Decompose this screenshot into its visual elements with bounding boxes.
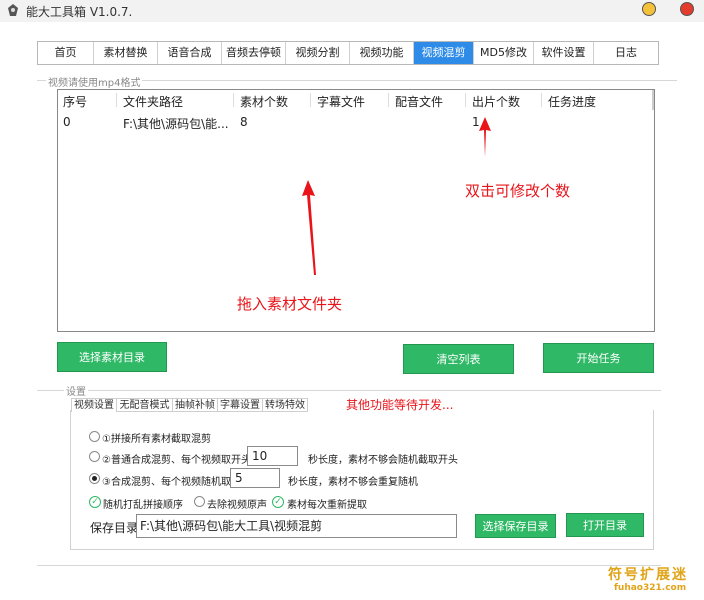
save-dir-label: 保存目录 xyxy=(90,521,139,535)
subtab-no-dubbing-mode[interactable]: 无配音模式 xyxy=(117,398,173,412)
column-subtitle-file[interactable]: 字幕文件 xyxy=(317,93,365,110)
settings-legend: 设置 xyxy=(64,383,88,398)
clear-list-button[interactable]: 清空列表 xyxy=(403,344,514,374)
list-header: 序号 文件夹路径 素材个数 字幕文件 配音文件 出片个数 任务进度 xyxy=(58,90,654,110)
arrow-up-icon xyxy=(302,180,316,275)
column-material-count[interactable]: 素材个数 xyxy=(240,93,288,110)
tab-log[interactable]: 日志 xyxy=(594,42,658,64)
arrow-up-icon xyxy=(479,117,491,157)
double-click-hint: 双击可修改个数 xyxy=(465,182,571,200)
app-logo-icon xyxy=(8,4,18,16)
tab-software-settings[interactable]: 软件设置 xyxy=(534,42,594,64)
subtab-transition-effects[interactable]: 转场特效 xyxy=(263,398,308,412)
drag-in-hint: 拖入素材文件夹 xyxy=(237,295,343,313)
shuffle-label[interactable]: 随机打乱拼接顺序 xyxy=(103,496,183,511)
upload-group-legend: 视频请使用mp4格式 xyxy=(46,74,143,89)
option3-label[interactable]: ③合成混剪、每个视频随机取 xyxy=(102,473,231,488)
subtab-subtitle-settings[interactable]: 字幕设置 xyxy=(218,398,263,412)
option2-suffix: 秒长度，素材不够会随机截取开头 xyxy=(308,455,458,466)
material-list[interactable]: 序号 文件夹路径 素材个数 字幕文件 配音文件 出片个数 任务进度 0 F:\其… xyxy=(57,89,655,332)
remove-audio-label[interactable]: 去除视频原声 xyxy=(207,496,267,511)
option2-label[interactable]: ②普通合成混剪、每个视频取开头 xyxy=(102,451,251,466)
title-bar: 能大工具箱 V1.0.7. xyxy=(0,0,704,22)
subtab-video-settings[interactable]: 视频设置 xyxy=(71,398,117,412)
start-task-button[interactable]: 开始任务 xyxy=(543,343,654,373)
tab-material-replace[interactable]: 素材替换 xyxy=(94,42,158,64)
minimize-button[interactable] xyxy=(642,2,656,16)
option3-suffix: 秒长度，素材不够会重复随机 xyxy=(288,477,418,488)
column-dubbing-file[interactable]: 配音文件 xyxy=(395,93,443,110)
subtab-frame-interp[interactable]: 抽帧补帧 xyxy=(173,398,218,412)
tab-video-split[interactable]: 视频分割 xyxy=(286,42,350,64)
column-separator xyxy=(310,93,311,107)
shuffle-check-icon[interactable]: ✓ xyxy=(89,496,101,508)
tab-video-functions[interactable]: 视频功能 xyxy=(350,42,414,64)
re-extract-label[interactable]: 素材每次重新提取 xyxy=(287,496,367,511)
column-separator xyxy=(116,93,117,107)
remove-audio-radio[interactable] xyxy=(194,496,205,507)
column-separator xyxy=(465,93,466,107)
tab-speech-synthesis[interactable]: 语音合成 xyxy=(158,42,222,64)
re-extract-check-icon[interactable]: ✓ xyxy=(272,496,284,508)
option2-radio[interactable] xyxy=(89,451,100,462)
option3-seconds-input[interactable]: 5 xyxy=(230,468,280,488)
cell-material-count: 8 xyxy=(240,115,248,129)
cell-index: 0 xyxy=(63,115,71,129)
column-folder-path[interactable]: 文件夹路径 xyxy=(123,93,183,110)
option1-radio[interactable] xyxy=(89,431,100,442)
cell-folder-path: F:\其他\源码包\能... xyxy=(123,117,229,131)
save-dir-input[interactable]: F:\其他\源码包\能大工具\视频混剪 xyxy=(136,514,457,538)
tab-md5-modify[interactable]: MD5修改 xyxy=(474,42,534,64)
select-save-dir-button[interactable]: 选择保存目录 xyxy=(475,514,556,538)
column-index[interactable]: 序号 xyxy=(63,93,87,110)
more-features-hint: 其他功能等待开发... xyxy=(346,398,454,412)
close-button[interactable] xyxy=(680,2,694,16)
tab-home[interactable]: 首页 xyxy=(38,42,94,64)
option1-label[interactable]: ①拼接所有素材截取混剪 xyxy=(102,430,211,445)
open-dir-button[interactable]: 打开目录 xyxy=(566,513,644,537)
option2-seconds-input[interactable]: 10 xyxy=(247,446,298,466)
column-output-count[interactable]: 出片个数 xyxy=(472,93,520,110)
watermark-text: 符号扩展迷 xyxy=(608,567,688,583)
main-tabs: 首页 素材替换 语音合成 音频去停顿 视频分割 视频功能 视频混剪 MD5修改 … xyxy=(37,41,659,65)
column-separator xyxy=(388,93,389,107)
settings-subtabs: 视频设置 无配音模式 抽帧补帧 字幕设置 转场特效 xyxy=(71,398,308,412)
column-task-progress[interactable]: 任务进度 xyxy=(548,93,596,110)
list-scrollbar[interactable] xyxy=(652,90,654,110)
tab-audio-pause-removal[interactable]: 音频去停顿 xyxy=(222,42,286,64)
select-material-dir-button[interactable]: 选择素材目录 xyxy=(57,342,167,372)
column-separator xyxy=(233,93,234,107)
tab-video-mix[interactable]: 视频混剪 xyxy=(414,42,474,64)
option3-radio[interactable] xyxy=(89,473,100,484)
window-title: 能大工具箱 V1.0.7. xyxy=(26,5,133,19)
watermark-url: fuhao321.com xyxy=(614,583,687,593)
column-separator xyxy=(541,93,542,107)
